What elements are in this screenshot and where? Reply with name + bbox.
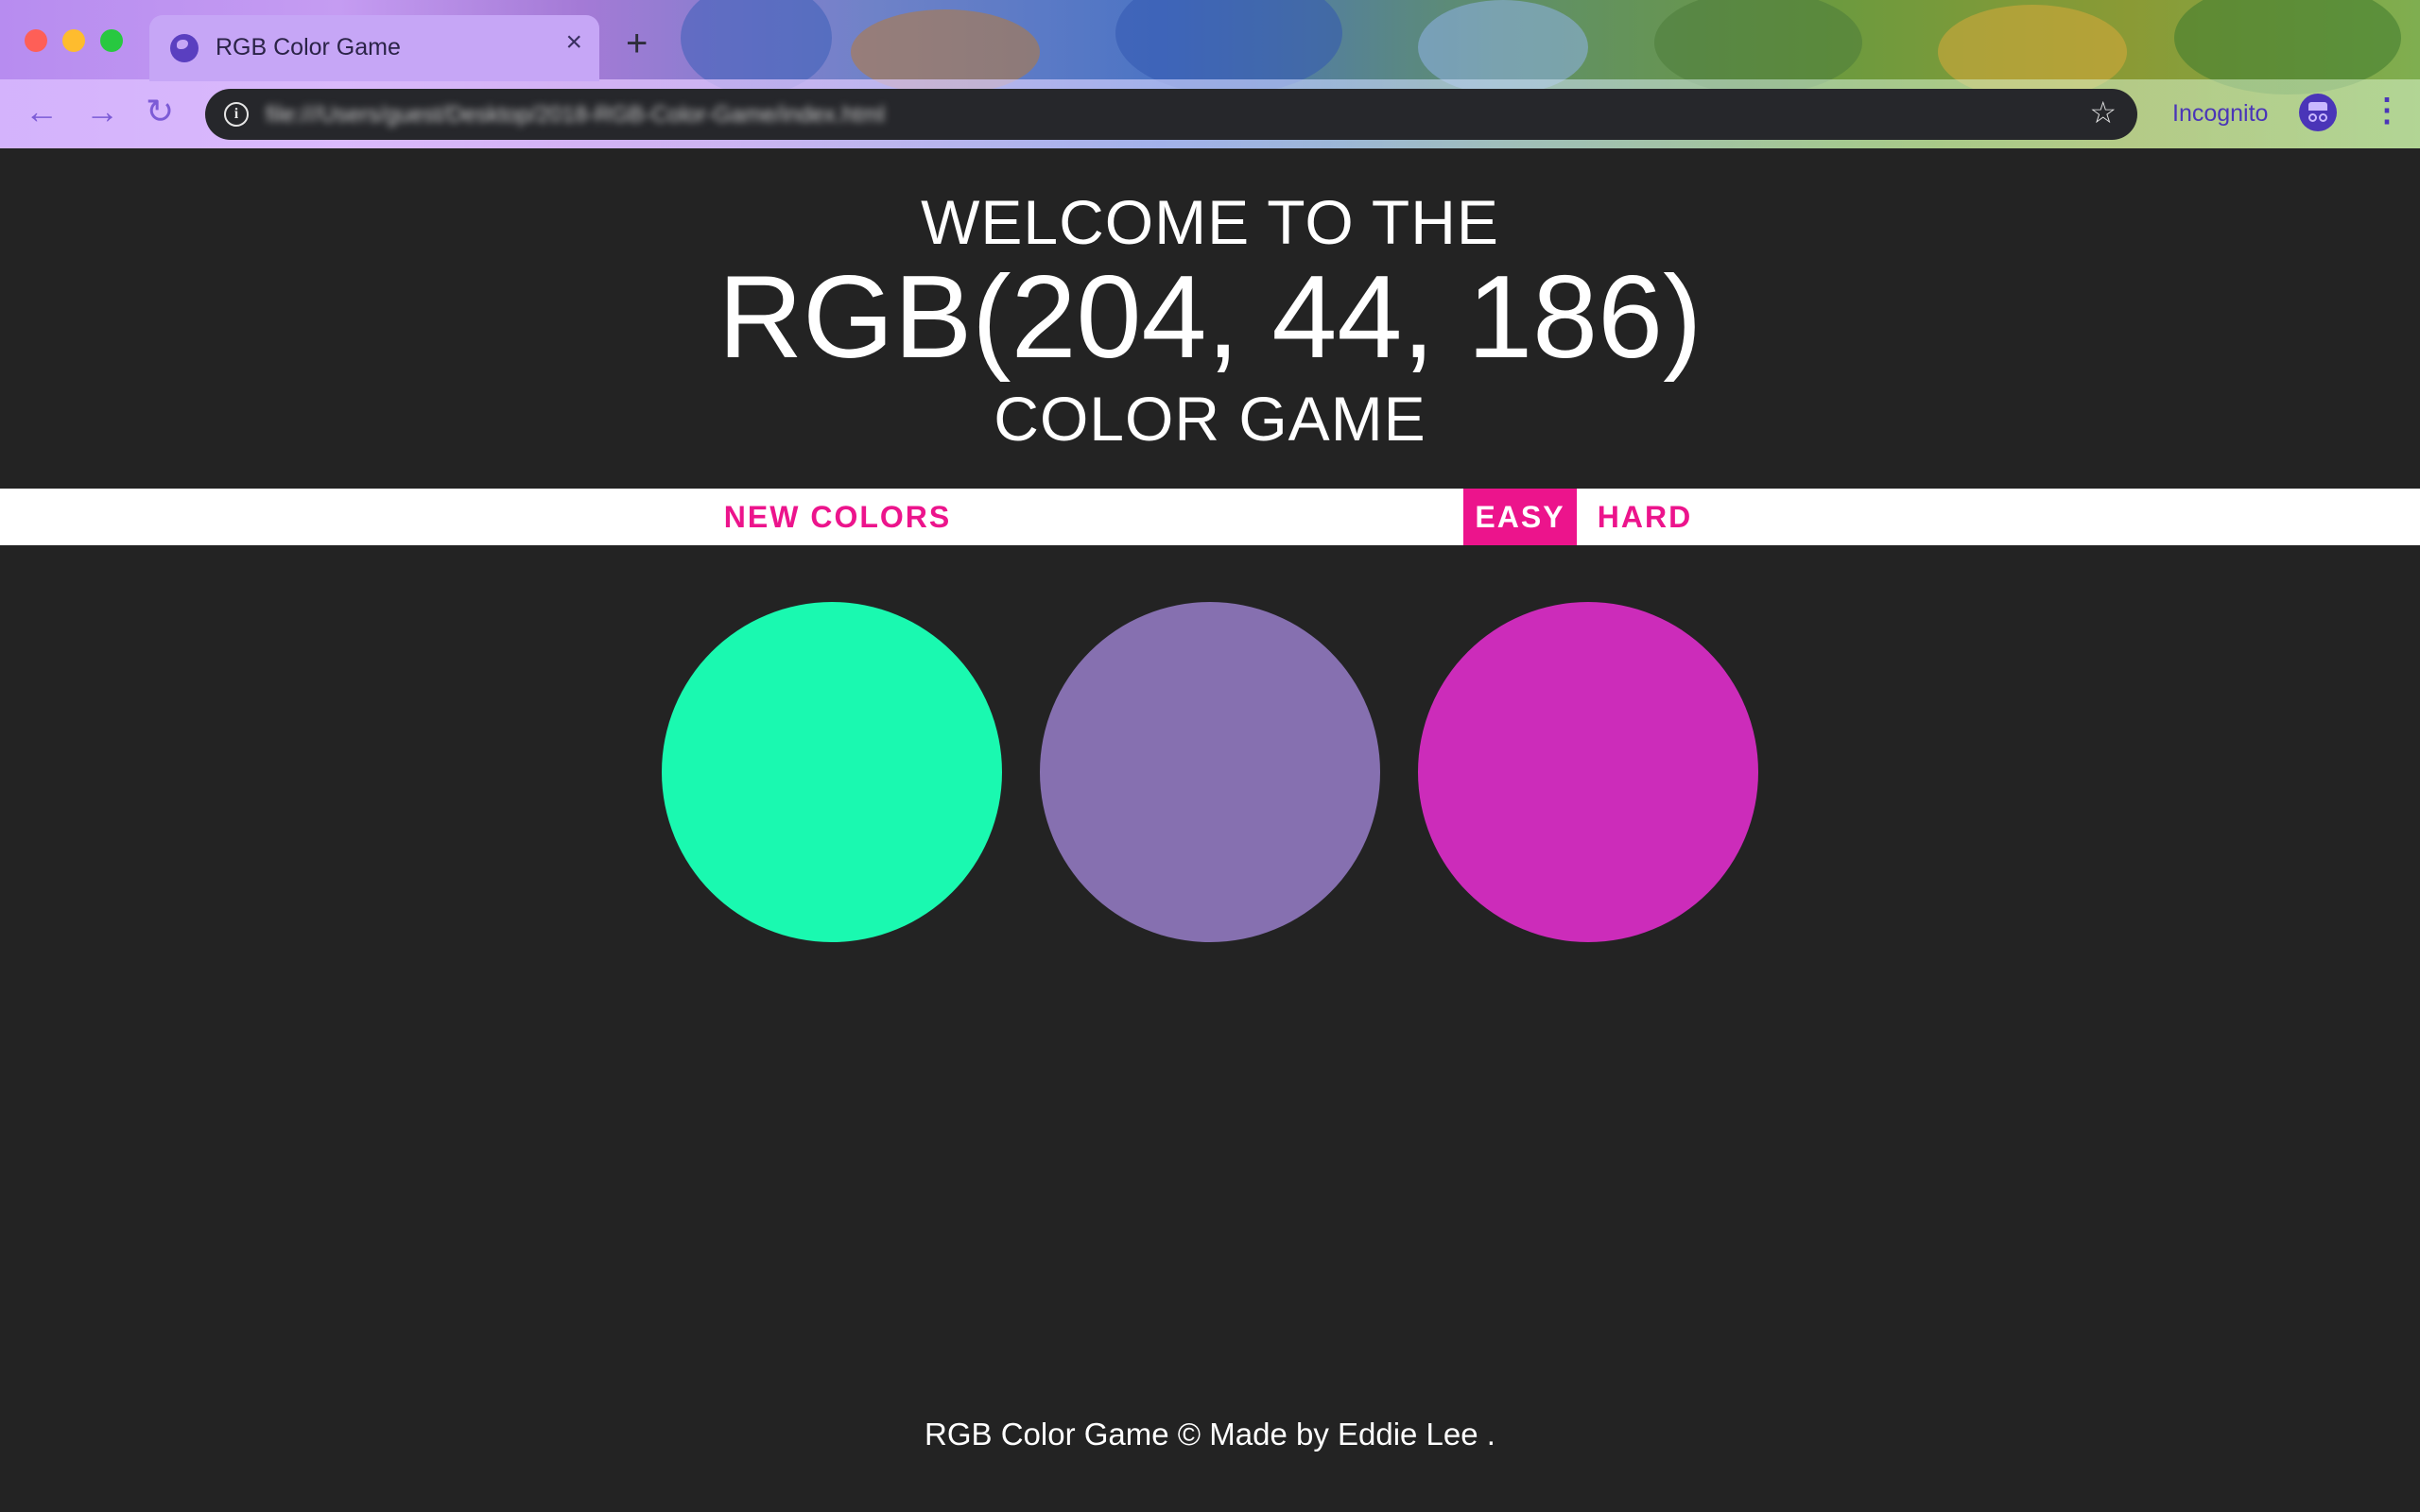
close-tab-icon[interactable]: × [565,28,582,57]
browser-chrome: RGB Color Game × + ← → ↻ i file:///Users… [0,0,2420,148]
url-text[interactable]: file:///Users/guest/Desktop/2018-RGB-Col… [266,102,885,129]
game-subtitle: COLOR GAME [994,384,1426,454]
maximize-window-button[interactable] [100,29,123,52]
game-page: WELCOME TO THE RGB(204, 44, 186) COLOR G… [0,148,2420,1512]
hard-mode-button[interactable]: HARD [1588,489,1702,545]
browser-menu-icon[interactable]: ⋮ [2371,94,2403,127]
tab-title: RGB Color Game [216,34,401,60]
incognito-icon[interactable] [2299,94,2337,131]
close-window-button[interactable] [25,29,47,52]
browser-tab[interactable]: RGB Color Game × [149,15,599,81]
game-header: WELCOME TO THE RGB(204, 44, 186) COLOR G… [0,148,2420,489]
bookmark-star-icon[interactable]: ☆ [2089,97,2117,128]
result-message [1134,489,1286,545]
new-colors-button[interactable]: NEW COLORS [720,489,955,545]
globe-icon [170,34,199,62]
forward-button[interactable]: → [85,94,119,129]
color-circle[interactable] [1418,602,1758,942]
target-color-display: RGB(204, 44, 186) [717,252,1703,383]
welcome-heading: WELCOME TO THE [921,187,1499,257]
back-button[interactable]: ← [25,94,59,129]
control-stripe: NEW COLORS EASY HARD [0,489,2420,545]
address-bar[interactable]: i file:///Users/guest/Desktop/2018-RGB-C… [205,89,2137,140]
minimize-window-button[interactable] [62,29,85,52]
color-circle[interactable] [662,602,1002,942]
reload-button[interactable]: ↻ [146,94,174,129]
info-icon[interactable]: i [224,102,249,127]
color-circle[interactable] [1040,602,1380,942]
new-tab-button[interactable]: + [626,25,648,62]
page-footer: RGB Color Game © Made by Eddie Lee . [925,1417,1495,1452]
incognito-label: Incognito [2172,100,2269,127]
easy-mode-button[interactable]: EASY [1463,489,1577,545]
